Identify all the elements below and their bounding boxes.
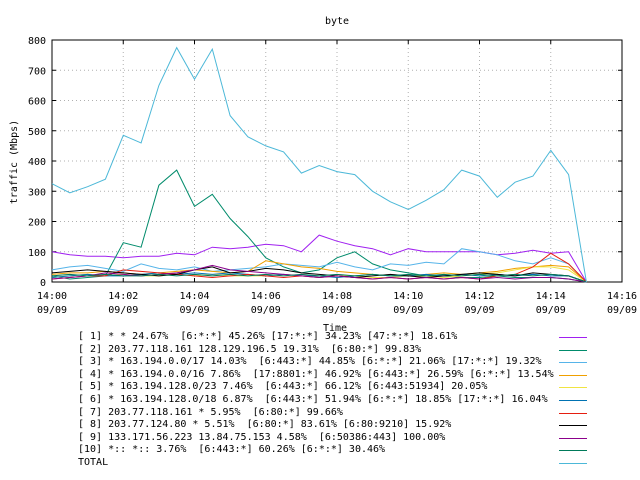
legend-swatch	[559, 387, 587, 389]
legend-entry: [ 8] 203.77.124.80 * 5.51% [6:80:*] 83.6…	[78, 419, 598, 432]
chart-title: byte	[325, 16, 349, 27]
legend-entry: [10] *:: *:: 3.76% [6:443:*] 60.26% [6:*…	[78, 444, 598, 457]
legend-swatch	[559, 462, 587, 464]
legend-swatch	[559, 412, 587, 414]
series-line-11	[51, 46, 587, 283]
legend-swatch	[559, 349, 587, 351]
legend-label: TOTAL	[78, 456, 109, 468]
x-tick-label-time: 14:14	[536, 291, 566, 302]
x-tick-label-time: 14:06	[251, 291, 281, 302]
x-tick-label-date: 09/09	[108, 305, 138, 316]
legend-entry: TOTAL	[78, 457, 598, 470]
y-tick-label: 500	[28, 127, 46, 138]
legend-swatch	[559, 399, 587, 401]
legend-swatch	[559, 374, 587, 376]
legend: [ 1] * * 24.67% [6:*:*] 45.26% [17:*:*] …	[78, 331, 598, 470]
y-tick-label: 400	[28, 157, 46, 168]
x-tick-label-time: 14:12	[464, 291, 494, 302]
y-axis-label: traffic (Mbps)	[9, 120, 20, 204]
y-tick-label: 300	[28, 187, 46, 198]
y-tick-label: 100	[28, 248, 46, 259]
legend-label: [ 9] 133.171.56.223 13.84.75.153 4.58% […	[78, 431, 446, 443]
legend-label: [ 5] * 163.194.128.0/23 7.46% [6:443:*] …	[78, 381, 488, 393]
y-tick-label: 600	[28, 97, 46, 108]
series-line-2	[51, 169, 587, 283]
series-line-8	[51, 266, 587, 283]
legend-entry: [ 7] 203.77.118.161 * 5.95% [6:80:*] 99.…	[78, 407, 598, 420]
x-tick-label-date: 09/09	[179, 305, 209, 316]
x-tick-label-date: 09/09	[37, 305, 67, 316]
legend-label: [ 1] * * 24.67% [6:*:*] 45.26% [17:*:*] …	[78, 331, 458, 342]
legend-swatch	[559, 337, 587, 338]
x-tick-label-time: 14:16	[607, 291, 637, 302]
legend-entry: [ 2] 203.77.118.161 128.129.196.5 19.31%…	[78, 344, 598, 357]
legend-label: [ 7] 203.77.118.161 * 5.95% [6:80:*] 99.…	[78, 406, 343, 418]
legend-label: [ 8] 203.77.124.80 * 5.51% [6:80:*] 83.6…	[78, 419, 452, 431]
x-tick-label-time: 14:02	[108, 291, 138, 302]
legend-entry: [ 1] * * 24.67% [6:*:*] 45.26% [17:*:*] …	[78, 331, 598, 344]
legend-entry: [ 6] * 163.194.128.0/18 6.87% [6:443:*] …	[78, 394, 598, 407]
legend-swatch	[559, 437, 587, 439]
y-tick-label: 800	[28, 36, 46, 47]
legend-label: [ 6] * 163.194.128.0/18 6.87% [6:443:*] …	[78, 393, 548, 405]
legend-entry: [ 4] * 163.194.0.0/16 7.86% [17:8801:*] …	[78, 369, 598, 382]
x-tick-label-date: 09/09	[464, 305, 494, 316]
legend-entry: [ 5] * 163.194.128.0/23 7.46% [6:443:*] …	[78, 381, 598, 394]
legend-entry: [ 3] * 163.194.0.0/17 14.03% [6:443:*] 4…	[78, 356, 598, 369]
series-lines	[51, 46, 587, 283]
x-tick-label-time: 14:10	[393, 291, 423, 302]
y-tick-label: 700	[28, 66, 46, 77]
x-tick-label-time: 14:04	[179, 291, 209, 302]
x-tick-label-date: 09/09	[536, 305, 566, 316]
x-tick-label-date: 09/09	[322, 305, 352, 316]
legend-entry: [ 9] 133.171.56.223 13.84.75.153 4.58% […	[78, 432, 598, 445]
grid	[52, 40, 622, 282]
x-tick-label-time: 14:08	[322, 291, 352, 302]
legend-swatch	[559, 425, 587, 427]
x-tick-label-date: 09/09	[251, 305, 281, 316]
y-tick-label: 200	[28, 218, 46, 229]
x-tick-label-date: 09/09	[607, 305, 637, 316]
legend-swatch	[559, 362, 587, 364]
legend-swatch	[559, 450, 587, 452]
legend-label: [ 3] * 163.194.0.0/17 14.03% [6:443:*] 4…	[78, 356, 542, 368]
legend-label: [ 4] * 163.194.0.0/16 7.86% [17:8801:*] …	[78, 368, 554, 380]
legend-label: [ 2] 203.77.118.161 128.129.196.5 19.31%…	[78, 343, 422, 355]
x-tick-label-time: 14:00	[37, 291, 67, 302]
y-axis-ticks: 0 100 200 300 400 500 600 700 800	[28, 36, 622, 289]
legend-label: [10] *:: *:: 3.76% [6:443:*] 60.26% [6:*…	[78, 444, 386, 456]
y-tick-label: 0	[40, 278, 46, 289]
x-tick-label-date: 09/09	[393, 305, 423, 316]
